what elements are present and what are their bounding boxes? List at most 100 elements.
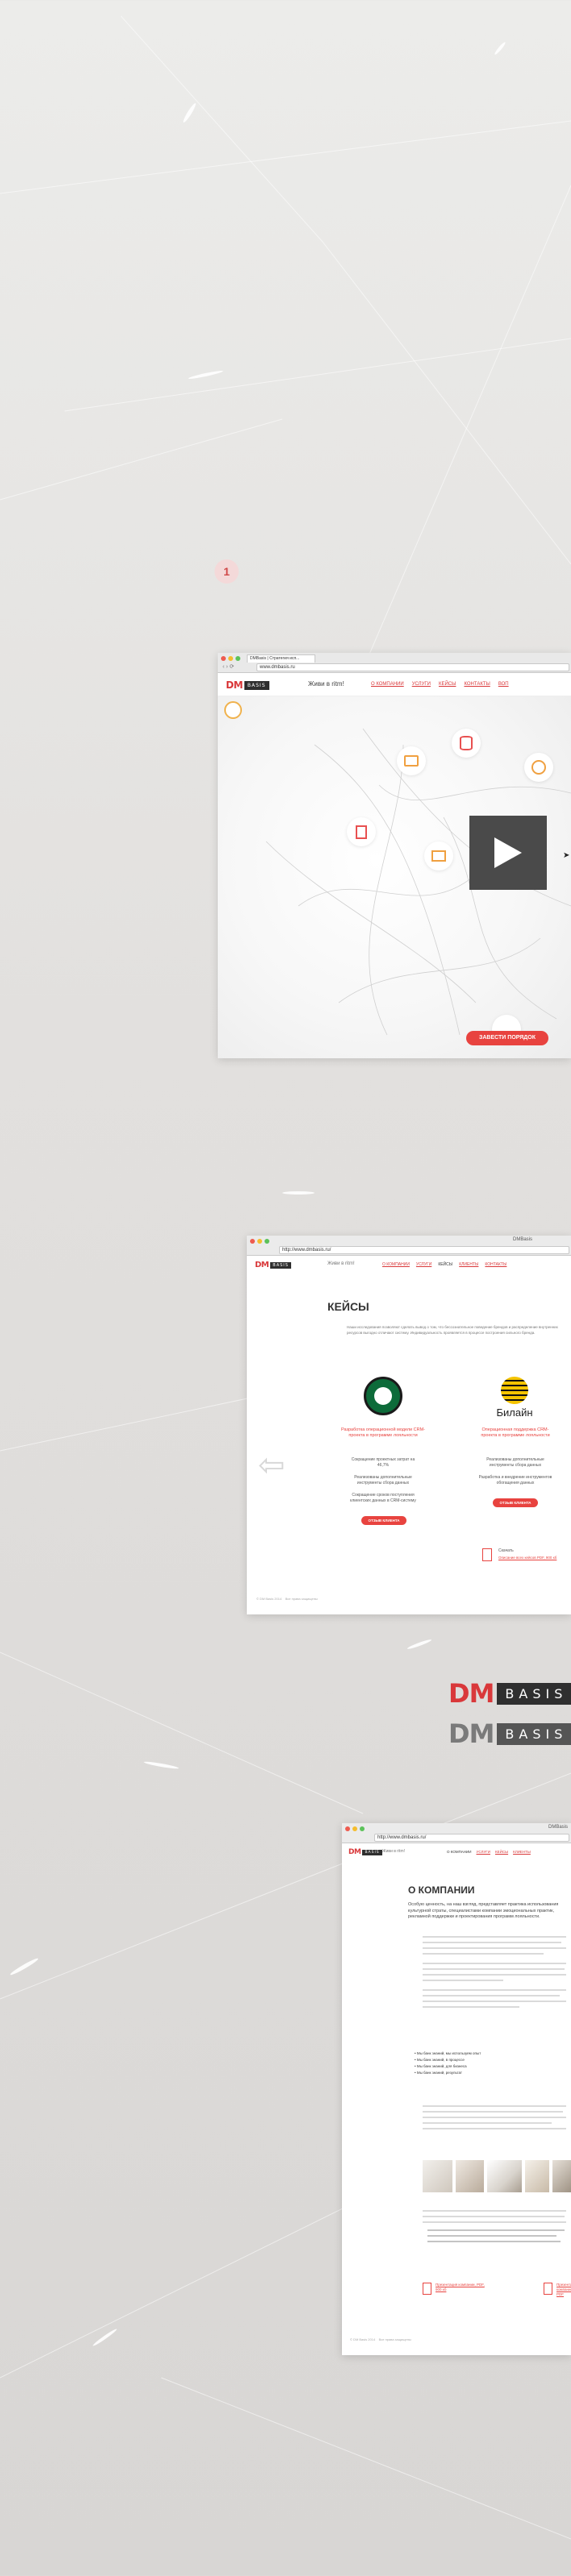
case2-result-1: Реализованы дополнительные инструменты с…: [486, 1457, 544, 1468]
page-title: КЕЙСЫ: [327, 1300, 369, 1313]
logo-basis: BASIS: [270, 1261, 291, 1269]
window-controls[interactable]: [250, 1239, 269, 1244]
nav-cases[interactable]: КЕЙСЫ: [439, 682, 456, 687]
chat-bubble-icon[interactable]: [397, 746, 426, 775]
case1-result-1: Сокращение проектных затрат на 46,7%: [351, 1457, 415, 1468]
pdf-icon[interactable]: [423, 2283, 431, 2295]
case2-review-button[interactable]: ОТЗЫВ КЛИЕНТА: [493, 1498, 538, 1507]
office-photos: [423, 2160, 571, 2192]
nav-about[interactable]: О КОМПАНИИ: [447, 1850, 472, 1854]
address-bar[interactable]: http://www.dmbasis.ru/: [374, 1834, 569, 1842]
list-item: • Мы банк знаний, результат: [415, 2071, 462, 2075]
brand-dm: DM: [448, 1718, 494, 1749]
tab-title: DMBasis | Стратегия исп...: [250, 656, 300, 661]
list-item: • Мы банк знаний, мы используем опыт: [415, 2051, 481, 2055]
presentation-link[interactable]: Презентация компании, PDF, 900 кб: [436, 2283, 490, 2292]
site-header: DM BASIS Живи в ritm! О КОМПАНИИ УСЛУГИ …: [218, 673, 571, 696]
list-item: • Мы банк знаний, в процессе: [415, 2058, 465, 2062]
maximize-icon[interactable]: [360, 1826, 365, 1831]
nav-services[interactable]: УСЛУГИ: [477, 1850, 490, 1854]
boxes-icon[interactable]: [424, 841, 453, 870]
nav-clients[interactable]: КЛИЕНТЫ: [513, 1850, 531, 1854]
intro-text: Наши исследования позволяют сделать выво…: [347, 1325, 558, 1335]
nav-faq[interactable]: ВОП: [498, 682, 509, 687]
case1-result-3: Сокращение сроков поступления клиентских…: [350, 1493, 416, 1503]
address-bar[interactable]: http://www.dmbasis.ru/: [279, 1246, 569, 1254]
minimize-icon[interactable]: [228, 656, 233, 661]
list-item: • Мы банк знаний, для бизнеса: [415, 2064, 467, 2068]
nav-contacts[interactable]: КОНТАКТЫ: [464, 682, 490, 687]
hero-corner-icon[interactable]: [224, 701, 242, 719]
case2-result-2: Разработка и внедрение инструментов обог…: [478, 1475, 552, 1485]
office-photo: [487, 2160, 523, 2192]
maximize-icon[interactable]: [265, 1239, 269, 1244]
nav-contacts[interactable]: КОНТАКТЫ: [485, 1262, 506, 1267]
play-icon: [494, 837, 522, 868]
case1-result-2: Реализованы дополнительные инструменты с…: [354, 1475, 412, 1485]
nav-clients[interactable]: КЛИЕНТЫ: [459, 1262, 478, 1267]
pie-chart-icon[interactable]: [524, 753, 553, 782]
order-button[interactable]: ЗАВЕСТИ ПОРЯДОК: [466, 1031, 548, 1045]
main-nav: О КОМПАНИИ УСЛУГИ КЕЙСЫ КОНТАКТЫ ВОП: [371, 682, 509, 687]
site-footer: © DM Basis 2014 Все права защищены: [350, 2337, 411, 2341]
main-nav: О КОМПАНИИ УСЛУГИ КЕЙСЫ КЛИЕНТЫ КОНТАКТЫ: [382, 1262, 506, 1267]
nav-services[interactable]: УСЛУГИ: [416, 1262, 431, 1267]
video-play-button[interactable]: [469, 816, 547, 890]
hero-area: ➤ ЗАВЕСТИ ПОРЯДОК: [218, 696, 571, 1058]
brand-mark-color: DM BASIS: [448, 1678, 571, 1709]
browser-window-about: DMBasis http://www.dmbasis.ru/ DM BASIS …: [342, 1823, 571, 2355]
page-title: О КОМПАНИИ: [408, 1884, 475, 1896]
nav-about[interactable]: О КОМПАНИИ: [371, 682, 404, 687]
browser-window-cases: DMBasis http://www.dmbasis.ru/ DM BASIS …: [247, 1236, 571, 1614]
brand-dm: DM: [448, 1678, 494, 1709]
back-arrow-icon[interactable]: ⇦: [258, 1449, 286, 1481]
nav-services[interactable]: УСЛУГИ: [412, 682, 431, 687]
logo-dm: DM: [226, 679, 243, 691]
starbucks-logo: [364, 1377, 402, 1415]
case1-review-button[interactable]: ОТЗЫВ КЛИЕНТА: [361, 1516, 406, 1525]
maximize-icon[interactable]: [235, 656, 240, 661]
brand-basis: BASIS: [497, 1722, 571, 1745]
nav-cases[interactable]: КЕЙСЫ: [438, 1262, 452, 1267]
body-text-block-3: [423, 2210, 568, 2246]
browser-chrome: DMBasis | Стратегия исп... ‹ › ⟳ www.dmb…: [218, 653, 571, 673]
window-controls[interactable]: [221, 656, 240, 661]
presentation-link-2[interactable]: Презентация компании, PDF: [556, 2283, 571, 2297]
site-logo[interactable]: DM BASIS: [226, 679, 269, 691]
browser-chrome: DMBasis http://www.dmbasis.ru/: [247, 1236, 571, 1256]
logo-dm: DM: [348, 1848, 361, 1856]
close-icon[interactable]: [221, 656, 226, 661]
brand-basis: BASIS: [497, 1682, 571, 1705]
site-logo[interactable]: DM BASIS: [255, 1261, 291, 1269]
body-text-block-2: [423, 2105, 568, 2134]
main-nav: О КОМПАНИИ УСЛУГИ КЕЙСЫ КЛИЕНТЫ: [447, 1850, 531, 1854]
step-number-badge: 1: [215, 559, 239, 584]
office-photo: [552, 2160, 571, 2192]
nav-arrows[interactable]: ‹ › ⟳: [223, 663, 234, 670]
bullet-list: • Мы банк знаний, мы используем опыт • М…: [415, 2050, 568, 2076]
site-logo[interactable]: DM BASIS: [348, 1848, 382, 1856]
minimize-icon[interactable]: [257, 1239, 262, 1244]
cursor-icon: ➤: [563, 851, 570, 860]
beeline-logo: [501, 1377, 528, 1404]
address-bar[interactable]: www.dmbasis.ru: [256, 663, 569, 671]
pdf-icon[interactable]: [482, 1548, 492, 1561]
nav-cases[interactable]: КЕЙСЫ: [495, 1850, 508, 1854]
database-icon[interactable]: [452, 729, 481, 758]
document-icon[interactable]: [347, 817, 376, 846]
pdf-icon[interactable]: [544, 2283, 552, 2295]
window-controls[interactable]: [345, 1826, 365, 1831]
browser-tab[interactable]: DMBasis | Стратегия исп...: [247, 654, 315, 663]
office-photo: [525, 2160, 549, 2192]
nav-about[interactable]: О КОМПАНИИ: [382, 1262, 410, 1267]
lead-text: Особую ценность, на наш взгляд, представ…: [408, 1902, 559, 1919]
minimize-icon[interactable]: [352, 1826, 357, 1831]
close-icon[interactable]: [345, 1826, 350, 1831]
site-header: DM BASIS Живи в ritm! О КОМПАНИИ УСЛУГИ …: [342, 1843, 571, 1861]
brand-mark-gray: DM BASIS: [448, 1718, 571, 1749]
office-photo: [423, 2160, 453, 2192]
address-url: http://www.dmbasis.ru/: [282, 1248, 331, 1253]
close-icon[interactable]: [250, 1239, 255, 1244]
download-link[interactable]: Описание всех кейсов PDF, 900 кб: [498, 1556, 568, 1560]
site-header: DM BASIS Живи в ritm! О КОМПАНИИ УСЛУГИ …: [247, 1256, 571, 1273]
